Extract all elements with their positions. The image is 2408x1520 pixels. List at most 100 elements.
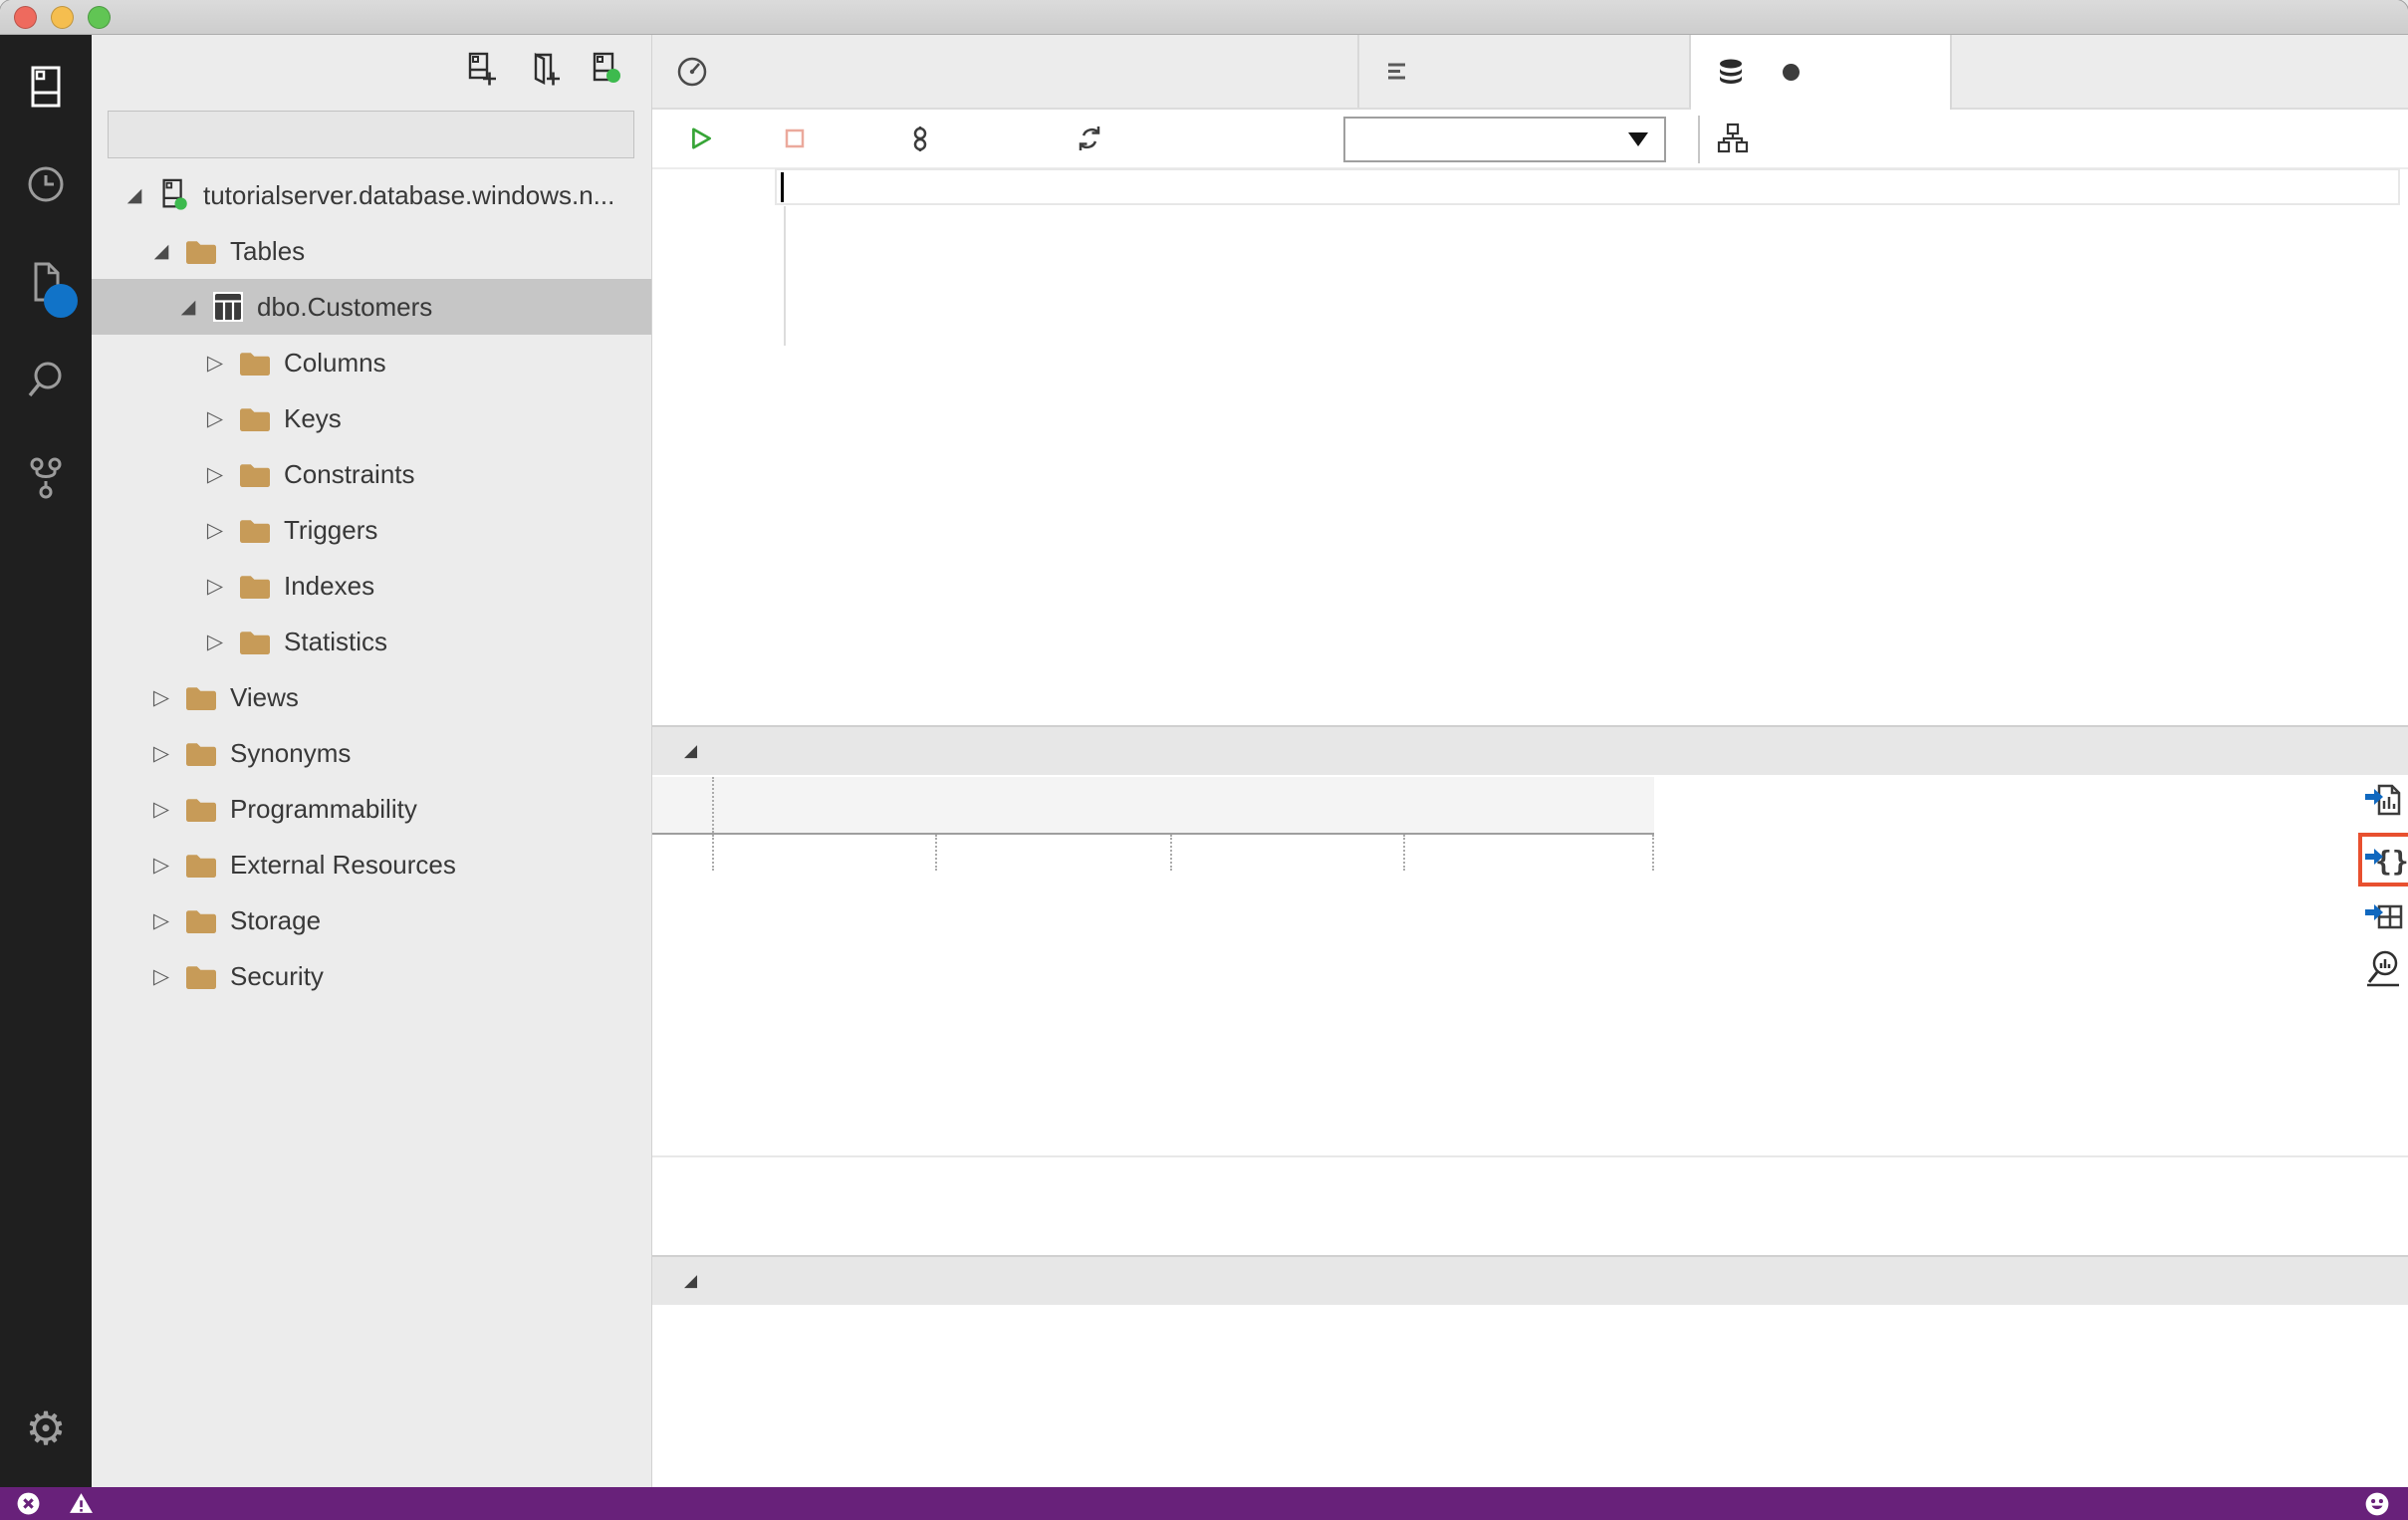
twisty-icon[interactable]: ◢▷ [144, 797, 178, 822]
twisty-icon[interactable]: ◢▷ [198, 518, 232, 543]
zoom-window-button[interactable] [88, 5, 111, 29]
explain-plan-icon [1717, 123, 1749, 153]
sql-code-editor[interactable] [785, 169, 885, 276]
tree-item-label: Keys [284, 402, 342, 433]
twisty-icon[interactable]: ◢▷ [144, 685, 178, 710]
tree-item-icon [232, 458, 278, 490]
current-line-highlight [775, 168, 2400, 205]
tab-sqlquery2[interactable] [1691, 35, 1952, 110]
tree-item-label: Triggers [284, 514, 378, 545]
server-tree: ◢▷ tutorialserver.database.windows.n... … [92, 167, 651, 1004]
tree-item-label: dbo.Customers [257, 291, 433, 322]
sidebar-actions [464, 39, 625, 99]
tree-item[interactable]: ◢▷ Synonyms [92, 725, 651, 781]
tree-item-label: Tables [230, 235, 306, 266]
new-connection-icon[interactable] [464, 39, 502, 99]
tree-item[interactable]: ◢▷ tutorialserver.database.windows.n... [92, 167, 651, 223]
tree-item[interactable]: ◢▷ Keys [92, 390, 651, 446]
editor-pane: ◢ {} ◢ [652, 35, 2408, 1487]
results-messages-divider [652, 1155, 2408, 1157]
unsaved-changes-dot [1783, 64, 1800, 81]
server-search-box [108, 111, 634, 158]
disconnect-button[interactable] [906, 110, 944, 167]
more-actions-icon[interactable] [2380, 35, 2408, 108]
tree-item[interactable]: ◢▷ Programmability [92, 781, 651, 837]
feedback-smiley-icon[interactable] [2364, 1491, 2390, 1517]
save-as-excel-icon[interactable] [2363, 893, 2407, 937]
search-server-input[interactable] [122, 119, 619, 150]
tree-item-icon [205, 291, 251, 323]
twisty-icon[interactable]: ◢▷ [144, 908, 178, 933]
twisty-icon[interactable]: ◢▷ [198, 406, 232, 431]
tree-item-icon [232, 402, 278, 434]
change-connection-icon [1079, 127, 1100, 150]
tab-dbo-customers-1[interactable] [1359, 35, 1691, 108]
twisty-icon[interactable]: ◢▷ [144, 741, 178, 766]
minimize-window-button[interactable] [51, 5, 74, 29]
tree-item-icon [232, 570, 278, 602]
tree-item[interactable]: ◢▷ Columns [92, 335, 651, 390]
tab-server-dashboard[interactable] [652, 35, 1359, 108]
save-as-csv-icon[interactable] [2363, 778, 2407, 822]
collapse-results-icon[interactable]: ◢ [684, 741, 697, 761]
tree-item-label: Constraints [284, 458, 415, 489]
disconnect-icon [913, 127, 927, 151]
tree-item-icon [178, 960, 224, 992]
tree-item-icon [178, 793, 224, 825]
twisty-icon[interactable]: ◢▷ [118, 184, 151, 207]
open-editors-badge [44, 284, 78, 318]
tree-item-label: External Resources [230, 849, 456, 880]
problems-indicator[interactable] [0, 1491, 113, 1516]
toolbar-separator [1698, 116, 1700, 163]
run-button[interactable] [688, 110, 724, 167]
task-history-icon[interactable] [0, 160, 92, 208]
source-control-icon[interactable] [0, 453, 92, 501]
collapse-messages-icon[interactable]: ◢ [684, 1271, 697, 1291]
tree-item[interactable]: ◢▷ Security [92, 948, 651, 1004]
save-as-json-icon[interactable]: {} [2358, 833, 2408, 887]
close-window-button[interactable] [14, 5, 37, 29]
twisty-icon[interactable]: ◢▷ [198, 630, 232, 654]
messages-section-header[interactable]: ◢ [652, 1255, 2408, 1305]
tree-item[interactable]: ◢▷ Tables [92, 223, 651, 279]
tree-item-label: Synonyms [230, 737, 352, 768]
tree-item-icon [151, 177, 197, 213]
grid-tail [652, 835, 1654, 871]
tree-item[interactable]: ◢▷ Indexes [92, 558, 651, 614]
database-dropdown[interactable] [1343, 117, 1666, 162]
tree-item[interactable]: ◢▷ Storage [92, 892, 651, 948]
twisty-icon[interactable]: ◢▷ [198, 351, 232, 376]
window-controls [14, 0, 111, 34]
tree-item[interactable]: ◢▷ Statistics [92, 614, 651, 669]
tree-item-label: Storage [230, 904, 322, 935]
tree-item[interactable]: ◢▷ External Resources [92, 837, 651, 892]
show-active-connections-icon[interactable] [588, 39, 625, 99]
search-icon[interactable] [0, 356, 92, 403]
twisty-icon[interactable]: ◢▷ [144, 964, 178, 989]
tree-item-icon [178, 849, 224, 881]
servers-sidebar: ◢▷ tutorialserver.database.windows.n... … [92, 35, 652, 1487]
tree-item[interactable]: ◢▷ Constraints [92, 446, 651, 502]
tree-item-icon [178, 235, 224, 267]
twisty-icon[interactable]: ◢▷ [144, 240, 178, 263]
row-number-header [652, 777, 714, 833]
twisty-icon[interactable]: ◢▷ [171, 296, 205, 319]
tree-item[interactable]: ◢▷ dbo.Customers [92, 279, 651, 335]
twisty-icon[interactable]: ◢▷ [198, 574, 232, 599]
change-connection-button[interactable] [1076, 110, 1113, 167]
view-as-chart-icon[interactable] [2363, 946, 2407, 990]
data-grid-icon [1388, 63, 1405, 79]
tree-item[interactable]: ◢▷ Views [92, 669, 651, 725]
settings-gear-icon[interactable]: ⚙ [0, 1405, 92, 1451]
new-server-group-icon[interactable] [526, 39, 564, 99]
twisty-icon[interactable]: ◢▷ [198, 462, 232, 487]
servers-icon[interactable] [0, 63, 92, 111]
cancel-button[interactable] [783, 110, 817, 167]
explain-button[interactable] [1716, 110, 1760, 167]
twisty-icon[interactable]: ◢▷ [144, 853, 178, 878]
tree-item[interactable]: ◢▷ Triggers [92, 502, 651, 558]
tree-item-icon [232, 347, 278, 379]
tree-item-label: Columns [284, 347, 386, 378]
results-section-header[interactable]: ◢ [652, 725, 2408, 775]
tree-item-icon [178, 904, 224, 936]
